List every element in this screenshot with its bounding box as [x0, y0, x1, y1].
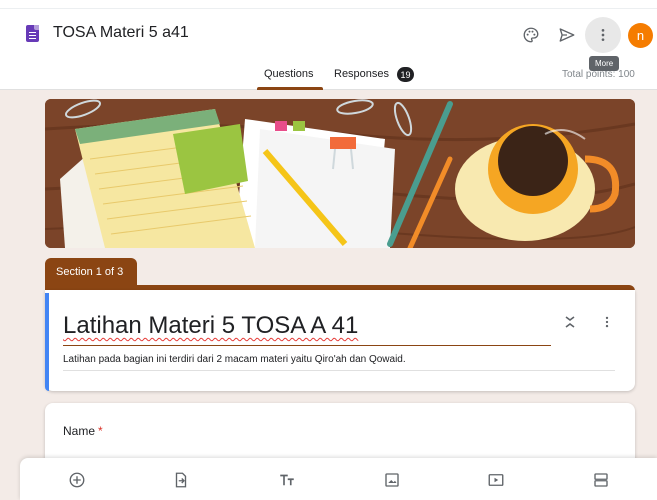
add-section-button[interactable]: [588, 467, 614, 493]
responses-count-badge: 19: [397, 67, 414, 82]
add-video-icon: [488, 474, 504, 486]
section-more-button[interactable]: [596, 311, 618, 333]
question-title[interactable]: Name *: [63, 424, 103, 438]
required-asterisk: *: [98, 424, 103, 438]
more-tooltip: More: [589, 56, 620, 71]
add-video-button[interactable]: [483, 467, 509, 493]
palette-icon: [523, 27, 539, 43]
import-questions-icon: [175, 472, 187, 488]
active-card-accent: [45, 293, 49, 391]
question-label: Name: [63, 424, 96, 438]
collapse-section-button[interactable]: [559, 311, 581, 333]
send-icon: [559, 28, 575, 42]
section-label: Section 1 of 3: [45, 258, 137, 285]
desk-illustration: [45, 99, 635, 248]
add-title-icon: [280, 474, 294, 486]
add-section-icon: [594, 473, 608, 487]
header-banner-image: [45, 99, 635, 248]
form-doc-icon[interactable]: [26, 25, 39, 42]
more-vert-icon: [601, 29, 605, 41]
form-name[interactable]: TOSA Materi 5 a41: [53, 24, 189, 42]
add-item-toolbar: [20, 458, 657, 500]
active-tab-indicator: [257, 87, 323, 90]
top-divider: [0, 8, 657, 9]
tab-questions[interactable]: Questions: [264, 68, 314, 80]
customize-theme-button[interactable]: [513, 17, 549, 53]
form-title-card[interactable]: Latihan Materi 5 TOSA A 41 Latihan pada …: [45, 290, 635, 391]
account-avatar[interactable]: n: [628, 23, 653, 48]
description-underline: [63, 370, 615, 371]
form-title-input[interactable]: Latihan Materi 5 TOSA A 41: [63, 312, 358, 340]
title-underline: [63, 345, 551, 346]
add-image-button[interactable]: [379, 467, 405, 493]
add-question-button[interactable]: [64, 467, 90, 493]
more-button[interactable]: [585, 17, 621, 53]
form-description-input[interactable]: Latihan pada bagian ini terdiri dari 2 m…: [63, 354, 406, 365]
more-vert-icon: [605, 316, 609, 328]
add-image-icon: [385, 473, 399, 487]
collapse-icon: [565, 316, 575, 328]
send-button[interactable]: [549, 17, 585, 53]
tab-responses[interactable]: Responses: [334, 68, 389, 80]
form-header: TOSA Materi 5 a41 n Questions Responses …: [0, 0, 657, 90]
import-questions-button[interactable]: [168, 467, 194, 493]
add-question-icon: [69, 472, 85, 488]
add-title-button[interactable]: [274, 467, 300, 493]
